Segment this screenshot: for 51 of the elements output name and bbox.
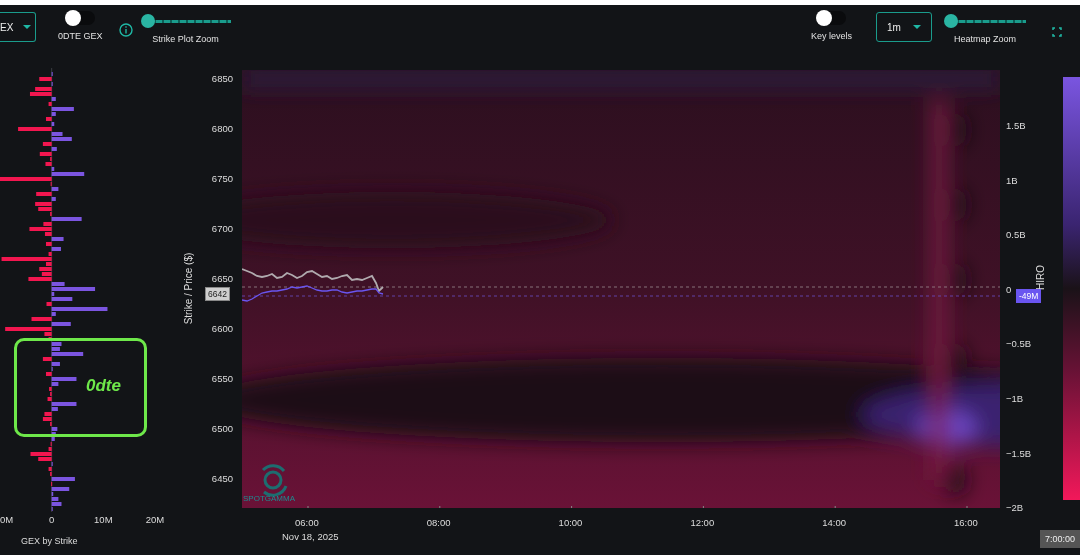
axis-tick-label: −0.5B	[1006, 338, 1032, 350]
slider-label: Strike Plot Zoom	[152, 34, 219, 44]
zoom-slider[interactable]	[944, 14, 1026, 28]
axis-tick-label: 6700	[211, 223, 233, 234]
toggle-label: 0DTE GEX	[58, 31, 103, 41]
axis-tick-label: 0	[1006, 283, 1012, 295]
annotation-label: 0dte	[86, 376, 121, 396]
axis-tick-label: 6450	[211, 473, 233, 484]
axis-tick-label: 6750	[211, 173, 233, 184]
caret-icon	[913, 25, 921, 29]
axis-tick-label: 6650	[211, 273, 233, 284]
hiro-value-label: -49M	[1016, 289, 1042, 303]
interval-dropdown[interactable]: 1m	[876, 12, 932, 42]
zoom-slider[interactable]	[140, 14, 231, 28]
axis-tick-label: 16:00	[954, 517, 978, 528]
time-tooltip: 7:00:00	[1039, 530, 1080, 548]
axis-tick-label: −1B	[1006, 393, 1024, 404]
axis-tick-label: 06:00	[295, 517, 319, 528]
axis-tick-label: 20M	[145, 514, 165, 525]
axis-date-label: Nov 18, 2025	[282, 531, 339, 542]
axis-title: GEX by Strike	[21, 536, 78, 546]
axis-tick-label: 6850	[211, 73, 233, 84]
info-icon[interactable]	[118, 23, 133, 37]
axis-tick-label: 10M	[94, 514, 113, 525]
mode-dropdown[interactable]: EX	[0, 12, 36, 42]
axis-title: HIRO	[1035, 265, 1046, 290]
axis-tick-label: 1B	[1006, 174, 1018, 186]
axis-tick-label: 0.5B	[1006, 229, 1026, 241]
axis-tick-label: 0M	[0, 514, 14, 525]
price-label: 6642	[205, 287, 230, 301]
axis-tick-label: 08:00	[426, 517, 451, 528]
toggle-label: Key levels	[810, 31, 852, 41]
axis-tick-label: 10:00	[558, 517, 583, 528]
axis-tick-label: 14:00	[822, 517, 846, 528]
axis-tick-label: 0	[49, 514, 55, 525]
axis-title: Strike / Price ($)	[183, 252, 195, 325]
axis-tick-label: −1.5B	[1006, 447, 1032, 459]
toggle-switch[interactable]	[65, 11, 96, 25]
axis-tick-label: 6550	[211, 373, 233, 384]
fullscreen-icon[interactable]	[1052, 27, 1062, 37]
toggle-switch[interactable]	[816, 11, 847, 25]
axis-tick-label: 6500	[211, 423, 233, 434]
axis-tick-label: 6600	[211, 323, 233, 334]
caret-icon	[23, 25, 32, 29]
axis-tick-label: 6800	[211, 123, 233, 134]
logo-icon	[261, 464, 288, 497]
axis-tick-label: 1.5B	[1006, 120, 1026, 131]
logo-text: SPOTGAMMA	[243, 494, 295, 503]
axis-tick-label: 12:00	[690, 517, 715, 528]
axis-tick-label: −2B	[1006, 502, 1024, 514]
slider-label: Heatmap Zoom	[954, 34, 1016, 44]
